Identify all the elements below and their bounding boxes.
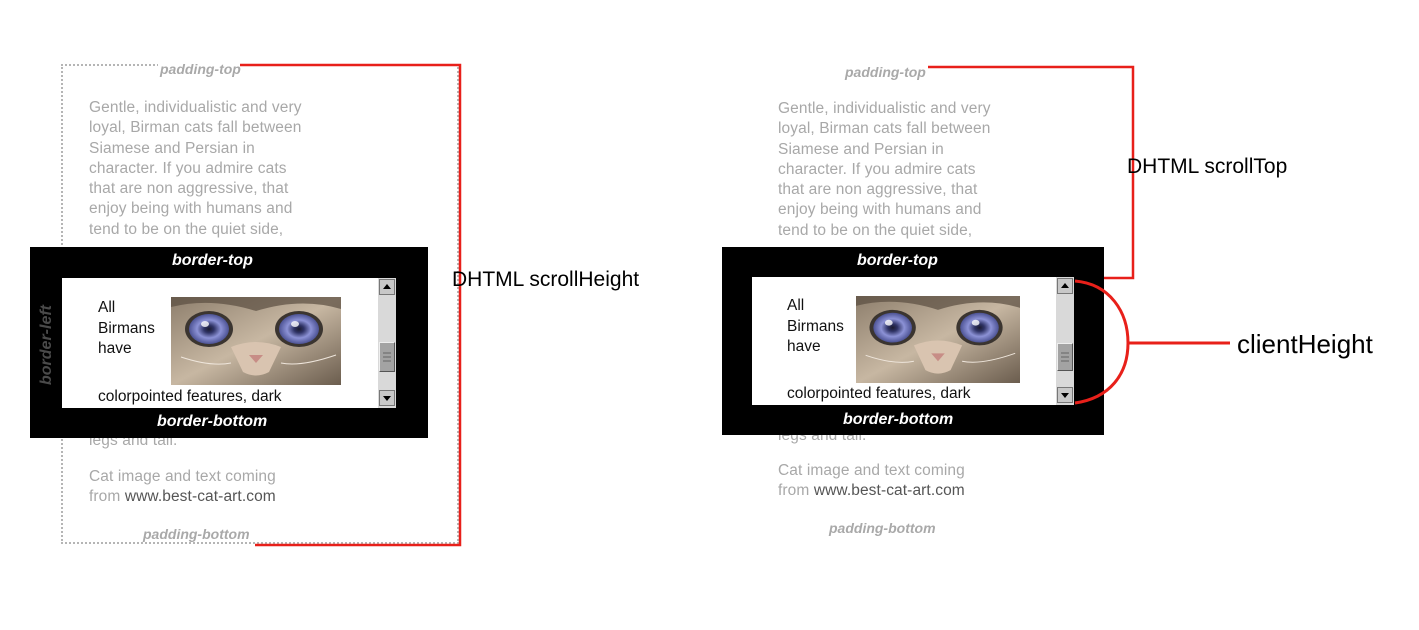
scroll-top-label: DHTML scrollTop [1127, 155, 1288, 178]
client-height-label: clientHeight [1237, 329, 1373, 359]
client-height-brace [1074, 279, 1230, 405]
